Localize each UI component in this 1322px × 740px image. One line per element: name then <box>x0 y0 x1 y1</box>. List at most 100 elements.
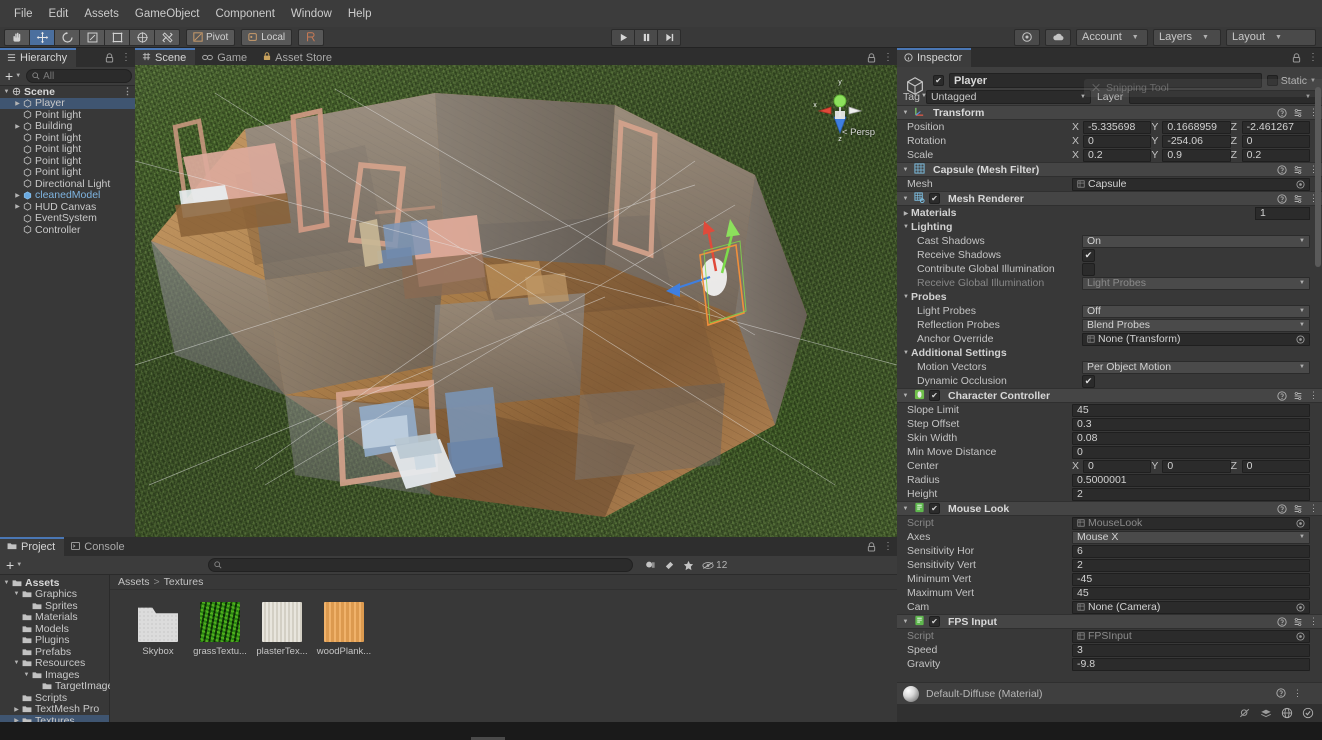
component-enabled-checkbox[interactable]: ✔ <box>929 616 940 627</box>
axis-x[interactable]: X-5.335698 <box>1072 121 1151 134</box>
twisty-icon[interactable]: ▼ <box>12 660 21 666</box>
twisty-icon[interactable]: ▼ <box>901 506 910 512</box>
twisty-icon[interactable]: ▶ <box>13 192 22 199</box>
skin-width-input[interactable]: 0.08 <box>1072 432 1310 445</box>
hierarchy-item-point-light[interactable]: Point light <box>0 167 135 179</box>
asset-grid[interactable]: Skybox grassTextu... plasterTex... woodP… <box>110 590 897 657</box>
contribute-global-illumination-checkbox[interactable] <box>1082 263 1095 276</box>
foldout-lighting[interactable]: ▼ Lighting <box>897 220 1322 234</box>
component-menu-icon[interactable]: ⋮ <box>1309 616 1318 627</box>
asset-item-grass[interactable]: grassTextu... <box>194 602 246 657</box>
twisty-icon[interactable]: ▶ <box>13 123 22 130</box>
object-picker-icon[interactable] <box>1296 335 1305 344</box>
twisty-icon[interactable]: ▶ <box>901 210 911 217</box>
twisty-icon[interactable]: ▶ <box>13 203 22 210</box>
mesh-object-field[interactable]: Capsule <box>1072 178 1310 191</box>
play-button[interactable] <box>611 29 635 46</box>
player-transform-gizmo[interactable] <box>660 205 780 335</box>
component-header[interactable]: ▼ ✔ Mouse Look ⋮ <box>897 501 1322 516</box>
component-menu-icon[interactable]: ⋮ <box>1293 688 1302 699</box>
layers-dropdown[interactable]: Layers ▼ <box>1153 29 1221 46</box>
hierarchy-item-point-light[interactable]: Point light <box>0 132 135 144</box>
hierarchy-item-directional-light[interactable]: Directional Light <box>0 178 135 190</box>
scale-tool-button[interactable] <box>79 29 105 46</box>
hand-tool-button[interactable] <box>4 29 30 46</box>
axis-y[interactable]: Y-254.06 <box>1151 135 1230 148</box>
twisty-icon[interactable]: ▼ <box>901 294 911 300</box>
filter-label-icon[interactable] <box>664 560 675 571</box>
favorites-star-icon[interactable] <box>683 560 694 571</box>
object-picker-icon[interactable] <box>1296 603 1305 612</box>
hierarchy-item-hud-canvas[interactable]: ▶ HUD Canvas <box>0 201 135 213</box>
tab-hierarchy[interactable]: Hierarchy <box>0 48 76 67</box>
panel-menu-icon[interactable]: ⋮ <box>883 544 893 549</box>
project-search-input[interactable] <box>208 558 633 572</box>
preset-icon[interactable] <box>1293 391 1303 401</box>
hierarchy-tree[interactable]: ▼ Scene ⋮ ▶ Player Point light ▶ Buildin… <box>0 86 135 556</box>
twisty-icon[interactable]: ▼ <box>901 619 910 625</box>
axis-y[interactable]: Y0 <box>1151 460 1230 473</box>
menu-assets[interactable]: Assets <box>76 5 127 23</box>
twisty-icon[interactable]: ▼ <box>22 672 31 678</box>
hierarchy-item-point-light[interactable]: Point light <box>0 144 135 156</box>
axis-z[interactable]: Z-2.461267 <box>1231 121 1310 134</box>
custom-tool-button[interactable] <box>154 29 180 46</box>
asset-item-wood[interactable]: woodPlank... <box>318 602 370 657</box>
project-folder-resources[interactable]: ▼ Resources <box>0 658 109 670</box>
create-gameobject-button[interactable]: + ▼ <box>3 69 23 83</box>
cam-object-field[interactable]: None (Camera) <box>1072 601 1310 614</box>
tag-dropdown[interactable]: Untagged ▼ <box>926 90 1091 104</box>
layout-dropdown[interactable]: Layout ▼ <box>1226 29 1316 46</box>
hidden-count-indicator[interactable]: 12 <box>702 560 727 571</box>
preset-icon[interactable] <box>1293 617 1303 627</box>
project-folder-targetimages[interactable]: TargetImages <box>0 681 109 693</box>
layers-stack-icon[interactable] <box>1260 708 1272 719</box>
project-folder-materials[interactable]: Materials <box>0 612 109 624</box>
minimum-vert-input[interactable]: -45 <box>1072 573 1310 586</box>
slope-limit-input[interactable]: 45 <box>1072 404 1310 417</box>
local-toggle-button[interactable]: Local <box>241 29 292 46</box>
twisty-icon[interactable]: ▼ <box>901 167 910 173</box>
foldout-additional-settings[interactable]: ▼ Additional Settings <box>897 346 1322 360</box>
foldout-probes[interactable]: ▼ Probes <box>897 290 1322 304</box>
axis-z-value[interactable]: -2.461267 <box>1242 121 1310 134</box>
step-offset-input[interactable]: 0.3 <box>1072 418 1310 431</box>
tab-project[interactable]: Project <box>0 537 64 556</box>
globe-icon[interactable] <box>1281 707 1293 719</box>
hierarchy-item-player[interactable]: ▶ Player <box>0 98 135 110</box>
project-folder-textmesh-pro[interactable]: ▶ TextMesh Pro <box>0 704 109 716</box>
speed-input[interactable]: 3 <box>1072 644 1310 657</box>
menu-gameobject[interactable]: GameObject <box>127 5 208 23</box>
hierarchy-item-point-light[interactable]: Point light <box>0 109 135 121</box>
filter-type-icon[interactable] <box>645 560 656 571</box>
create-asset-button[interactable]: + ▼ <box>4 558 24 572</box>
material-preview-footer[interactable]: Default-Diffuse (Material) ⋮ <box>897 682 1322 704</box>
object-picker-icon[interactable] <box>1296 632 1305 641</box>
axis-y-value[interactable]: 0.9 <box>1162 149 1230 162</box>
help-icon[interactable] <box>1277 617 1287 627</box>
help-icon[interactable] <box>1277 165 1287 175</box>
axis-z[interactable]: Z0 <box>1231 460 1310 473</box>
axis-z-value[interactable]: 0 <box>1242 135 1310 148</box>
axis-y-value[interactable]: 0.1668959 <box>1162 121 1230 134</box>
project-folder-plugins[interactable]: Plugins <box>0 635 109 647</box>
asset-item-folder[interactable]: Skybox <box>132 602 184 657</box>
snap-increment-button[interactable] <box>298 29 324 46</box>
project-folder-images[interactable]: ▼ Images <box>0 669 109 681</box>
receive-shadows-checkbox[interactable]: ✔ <box>1082 249 1095 262</box>
scene-viewport[interactable]: y x z < Persp <box>135 65 897 537</box>
maximum-vert-input[interactable]: 45 <box>1072 587 1310 600</box>
scene-projection-label[interactable]: < Persp <box>842 127 875 138</box>
axis-y[interactable]: Y0.1668959 <box>1151 121 1230 134</box>
axis-x-value[interactable]: 0 <box>1083 460 1151 473</box>
script-object-field[interactable]: MouseLook <box>1072 517 1310 530</box>
twisty-icon[interactable]: ▼ <box>2 580 11 586</box>
menu-component[interactable]: Component <box>207 5 282 23</box>
component-enabled-checkbox[interactable]: ✔ <box>929 503 940 514</box>
twisty-icon[interactable]: ▼ <box>901 393 910 399</box>
height-input[interactable]: 2 <box>1072 488 1310 501</box>
rect-tool-button[interactable] <box>104 29 130 46</box>
scene-menu-icon[interactable]: ⋮ <box>123 86 132 97</box>
axis-x[interactable]: X0 <box>1072 135 1151 148</box>
hierarchy-item-building[interactable]: ▶ Building <box>0 121 135 133</box>
